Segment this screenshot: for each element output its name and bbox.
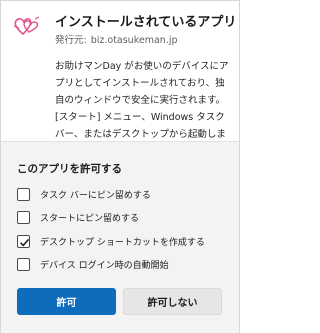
option-label: スタートにピン留めする [40,213,140,224]
publisher-line: 発行元: biz.otasukeman.jp [55,32,178,46]
option-label: デバイス ログイン時の自動開始 [40,260,169,271]
dialog-title: インストールされているアプリ [55,15,237,30]
option-label: タスク バーにピン留めする [40,190,151,201]
pin-start-checkbox[interactable] [17,210,30,224]
checkmark-icon [19,238,30,246]
app-install-dialog: インストールされているアプリ 発行元: biz.otasukeman.jp お助け… [0,0,240,333]
option-auto-start[interactable]: デバイス ログイン時の自動開始 [17,256,169,272]
option-label: デスクトップ ショートカットを作成する [40,237,205,248]
desktop-shortcut-checkbox[interactable] [17,234,30,248]
allow-button[interactable]: 許可 [17,288,116,315]
option-pin-start[interactable]: スタートにピン留めする [17,209,139,225]
dialog-header: インストールされているアプリ 発行元: biz.otasukeman.jp お助け… [1,1,239,157]
deny-button[interactable]: 許可しない [123,288,222,315]
publisher-domain: biz.otasukeman.jp [90,35,178,46]
publisher-label: 発行元: [55,35,87,46]
option-pin-taskbar[interactable]: タスク バーにピン留めする [17,186,151,202]
option-desktop-shortcut[interactable]: デスクトップ ショートカットを作成する [17,233,205,249]
permissions-title: このアプリを許可する [17,163,122,175]
pin-taskbar-checkbox[interactable] [17,187,30,201]
heart-logo-icon [13,15,41,37]
auto-start-checkbox[interactable] [17,257,30,271]
